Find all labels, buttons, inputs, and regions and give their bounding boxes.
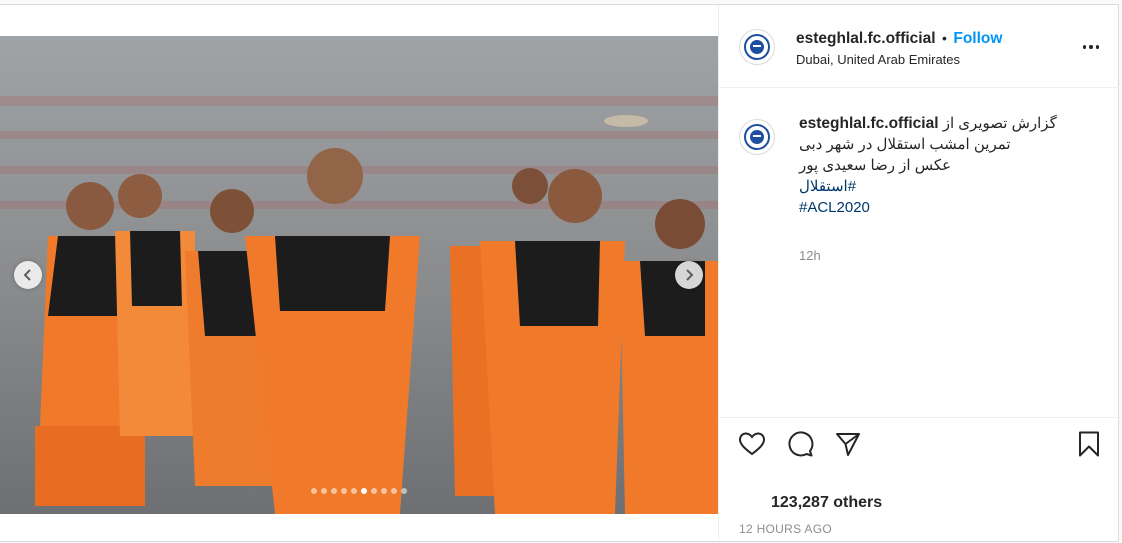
- prev-slide-button[interactable]: [14, 261, 42, 289]
- separator-dot: •: [942, 30, 947, 46]
- share-icon[interactable]: [834, 430, 862, 458]
- caption-avatar[interactable]: [739, 119, 775, 155]
- carousel-dot: [341, 488, 347, 494]
- heart-icon[interactable]: [738, 430, 766, 458]
- club-logo-icon: [744, 124, 770, 150]
- avatar[interactable]: [739, 29, 775, 65]
- carousel-dot: [401, 488, 407, 494]
- training-photo: [0, 36, 718, 514]
- carousel-dot: [351, 488, 357, 494]
- carousel-dot: [311, 488, 317, 494]
- like-count[interactable]: 123,287 others: [771, 494, 882, 512]
- caption-line-2: تمرین امشب استقلال در شهر دبی: [799, 136, 1011, 153]
- chevron-right-icon: [686, 269, 694, 281]
- next-slide-button[interactable]: [675, 261, 703, 289]
- post-timestamp: 12 HOURS AGO: [739, 522, 832, 536]
- follow-button[interactable]: Follow: [953, 30, 1002, 47]
- hashtag-link[interactable]: #ACL2020: [799, 197, 1079, 218]
- carousel-dot: [391, 488, 397, 494]
- carousel-dot: [361, 488, 367, 494]
- hashtag-link[interactable]: #استقلال: [799, 176, 1079, 197]
- caption-line-3: عکس از رضا سعیدی پور: [799, 157, 952, 174]
- location-link[interactable]: Dubai, United Arab Emirates: [796, 52, 960, 67]
- caption-line-1: گزارش تصویری از: [942, 115, 1057, 132]
- carousel-dot: [331, 488, 337, 494]
- post-header: esteghlal.fc.official • Follow Dubai, Un…: [719, 5, 1119, 88]
- carousel-dot: [381, 488, 387, 494]
- post-image[interactable]: [0, 36, 718, 514]
- carousel-indicator: [0, 488, 718, 494]
- caption-account-name[interactable]: esteghlal.fc.official: [799, 115, 939, 132]
- relative-time: 12h: [799, 248, 821, 263]
- post-sidebar: esteghlal.fc.official • Follow Dubai, Un…: [718, 5, 1120, 543]
- post-frame: esteghlal.fc.official • Follow Dubai, Un…: [0, 4, 1120, 543]
- more-options-icon[interactable]: [1083, 45, 1099, 49]
- comment-icon[interactable]: [786, 430, 814, 458]
- caption-text: esteghlal.fc.official گزارش تصویری از تم…: [799, 113, 1079, 218]
- club-logo-icon: [744, 34, 770, 60]
- carousel-dot: [371, 488, 377, 494]
- account-name[interactable]: esteghlal.fc.official: [796, 30, 936, 47]
- carousel-dot: [321, 488, 327, 494]
- bookmark-icon[interactable]: [1075, 430, 1103, 458]
- divider: [719, 417, 1120, 418]
- chevron-left-icon: [23, 269, 31, 281]
